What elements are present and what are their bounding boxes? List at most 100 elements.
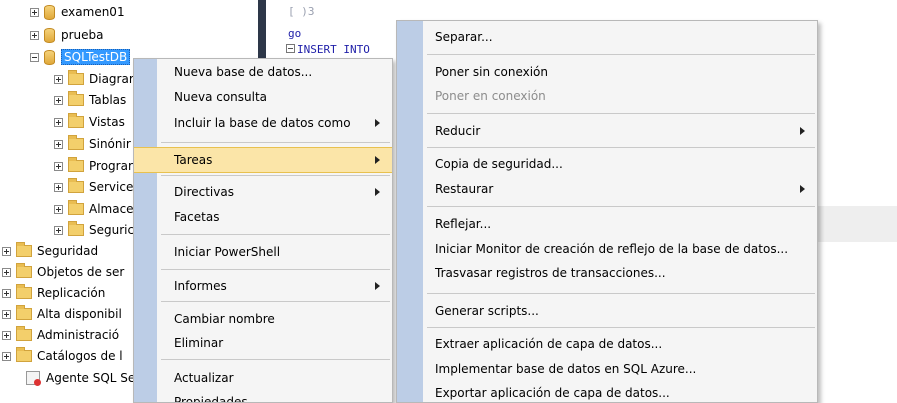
code-line: [ )3 <box>288 5 315 18</box>
menu-item-informes[interactable]: Informes <box>134 274 392 298</box>
menu-item-actualizar[interactable]: Actualizar <box>134 366 392 390</box>
tree-node-prueba[interactable]: prueba <box>30 25 104 45</box>
expand-icon[interactable] <box>54 204 63 214</box>
expand-icon[interactable] <box>2 351 11 361</box>
menu-item-label: Incluir la base de datos como <box>174 116 351 130</box>
expand-icon[interactable] <box>54 161 63 171</box>
tree-node-label: Service <box>89 180 134 194</box>
database-icon <box>44 4 55 20</box>
menu-item-eliminar[interactable]: Eliminar <box>134 331 392 355</box>
menu-item-reflejar[interactable]: Reflejar... <box>397 212 817 236</box>
menu-separator <box>427 327 815 328</box>
tree-node-seguridad[interactable]: Seguridad <box>2 241 98 261</box>
menu-item-iniciar-powershell[interactable]: Iniciar PowerShell <box>134 240 392 264</box>
tree-node-objetos-servidor[interactable]: Objetos de ser <box>2 262 124 282</box>
expand-icon[interactable] <box>2 267 11 277</box>
tree-node-sinonimos[interactable]: Sinónir <box>54 134 131 154</box>
tree-node-vistas[interactable]: Vistas <box>54 112 125 132</box>
menu-item-tareas[interactable]: Tareas <box>134 147 392 173</box>
expand-icon[interactable] <box>30 7 39 17</box>
menu-item-label: Trasvasar registros de transacciones... <box>435 266 666 280</box>
expand-icon[interactable] <box>54 225 63 235</box>
menu-item-label: Copia de seguridad... <box>435 157 563 171</box>
submenu-arrow-icon <box>375 156 380 164</box>
menu-separator <box>161 175 390 176</box>
expand-icon[interactable] <box>30 30 39 40</box>
tree-node-examen01[interactable]: examen01 <box>30 2 125 22</box>
menu-item-nueva-consulta[interactable]: Nueva consulta <box>134 85 392 109</box>
tree-node-label: prueba <box>61 28 104 42</box>
expand-icon[interactable] <box>54 139 63 149</box>
folder-icon <box>68 200 84 215</box>
menu-item-propiedades[interactable]: Propiedades <box>134 390 392 403</box>
menu-item-implementar-sql-azure[interactable]: Implementar base de datos en SQL Azure..… <box>397 357 817 381</box>
expand-icon[interactable] <box>54 74 63 84</box>
menu-item-exportar-aplicacion[interactable]: Exportar aplicación de capa de datos... <box>397 381 817 402</box>
menu-item-copia-de-seguridad[interactable]: Copia de seguridad... <box>397 152 817 176</box>
menu-item-reducir[interactable]: Reducir <box>397 119 817 143</box>
code-text: INSERT INTO <box>297 43 370 56</box>
menu-item-nueva-base-de-datos[interactable]: Nueva base de datos... <box>134 60 392 84</box>
folder-icon <box>16 326 32 341</box>
tree-node-label: Sinónir <box>89 137 131 151</box>
menu-item-label: Actualizar <box>174 371 234 385</box>
menu-item-label: Propiedades <box>174 395 248 403</box>
database-icon <box>44 49 55 65</box>
database-context-menu: Nueva base de datos... Nueva consulta In… <box>133 58 393 403</box>
tree-node-diagramas[interactable]: Diagrar <box>54 69 134 89</box>
tree-node-label: Seguric <box>89 223 135 237</box>
tree-node-label: Objetos de ser <box>37 265 125 279</box>
tree-node-tablas[interactable]: Tablas <box>54 90 126 110</box>
tree-node-administracion[interactable]: Administració <box>2 325 119 345</box>
menu-item-label: Nueva consulta <box>174 90 268 104</box>
expand-icon[interactable] <box>2 309 11 319</box>
menu-item-cambiar-nombre[interactable]: Cambiar nombre <box>134 307 392 331</box>
menu-item-trasvasar-registros[interactable]: Trasvasar registros de transacciones... <box>397 261 817 285</box>
expand-icon[interactable] <box>54 95 63 105</box>
collapse-icon[interactable] <box>30 52 39 62</box>
tree-node-label: Agente SQL Se <box>46 371 136 385</box>
tree-node-sqltestdb[interactable]: SQLTestDB <box>30 47 131 67</box>
tree-node-alta-disponibilidad[interactable]: Alta disponibil <box>2 304 122 324</box>
tree-node-label: Catálogos de l <box>37 349 123 363</box>
folder-icon <box>16 347 32 362</box>
menu-item-facetas[interactable]: Facetas <box>134 205 392 229</box>
folder-icon <box>16 305 32 320</box>
expand-icon[interactable] <box>2 330 11 340</box>
expand-icon[interactable] <box>2 246 11 256</box>
menu-item-separar[interactable]: Separar... <box>397 25 817 49</box>
tree-node-replicacion[interactable]: Replicación <box>2 283 105 303</box>
menu-item-poner-sin-conexion[interactable]: Poner sin conexión <box>397 60 817 84</box>
menu-item-extraer-aplicacion[interactable]: Extraer aplicación de capa de datos... <box>397 332 817 356</box>
menu-item-generar-scripts[interactable]: Generar scripts... <box>397 299 817 323</box>
menu-item-iniciar-monitor-reflejo[interactable]: Iniciar Monitor de creación de reflejo d… <box>397 237 817 261</box>
tree-node-agente-sql[interactable]: Agente SQL Se <box>26 368 135 388</box>
tree-node-seguridad-db[interactable]: Seguric <box>54 220 134 240</box>
menu-item-restaurar[interactable]: Restaurar <box>397 177 817 201</box>
tree-node-service-broker[interactable]: Service <box>54 177 133 197</box>
tree-node-label: examen01 <box>61 5 125 19</box>
folder-icon <box>68 113 84 128</box>
tree-node-label: SQLTestDB <box>61 49 131 65</box>
expand-icon[interactable] <box>54 117 63 127</box>
menu-item-directivas[interactable]: Directivas <box>134 180 392 204</box>
menu-separator <box>161 269 390 270</box>
submenu-arrow-icon <box>375 119 380 127</box>
expand-icon[interactable] <box>54 182 63 192</box>
tree-node-catalogos[interactable]: Catálogos de l <box>2 346 123 366</box>
tree-node-label: Tablas <box>89 93 127 107</box>
expand-icon[interactable] <box>2 288 11 298</box>
folder-icon <box>68 157 84 172</box>
tree-node-programacion[interactable]: Prograr <box>54 156 133 176</box>
folder-icon <box>68 91 84 106</box>
menu-separator <box>427 147 815 148</box>
menu-item-incluir-como[interactable]: Incluir la base de datos como <box>134 111 392 135</box>
collapse-icon[interactable] <box>286 44 295 53</box>
tree-node-almacenamiento[interactable]: Almace <box>54 199 134 219</box>
submenu-arrow-icon <box>375 282 380 290</box>
database-icon <box>44 27 55 43</box>
menu-item-label: Implementar base de datos en SQL Azure..… <box>435 362 697 376</box>
folder-icon <box>16 242 32 257</box>
menu-item-label: Extraer aplicación de capa de datos... <box>435 337 663 351</box>
tree-node-label: Administració <box>37 328 120 342</box>
